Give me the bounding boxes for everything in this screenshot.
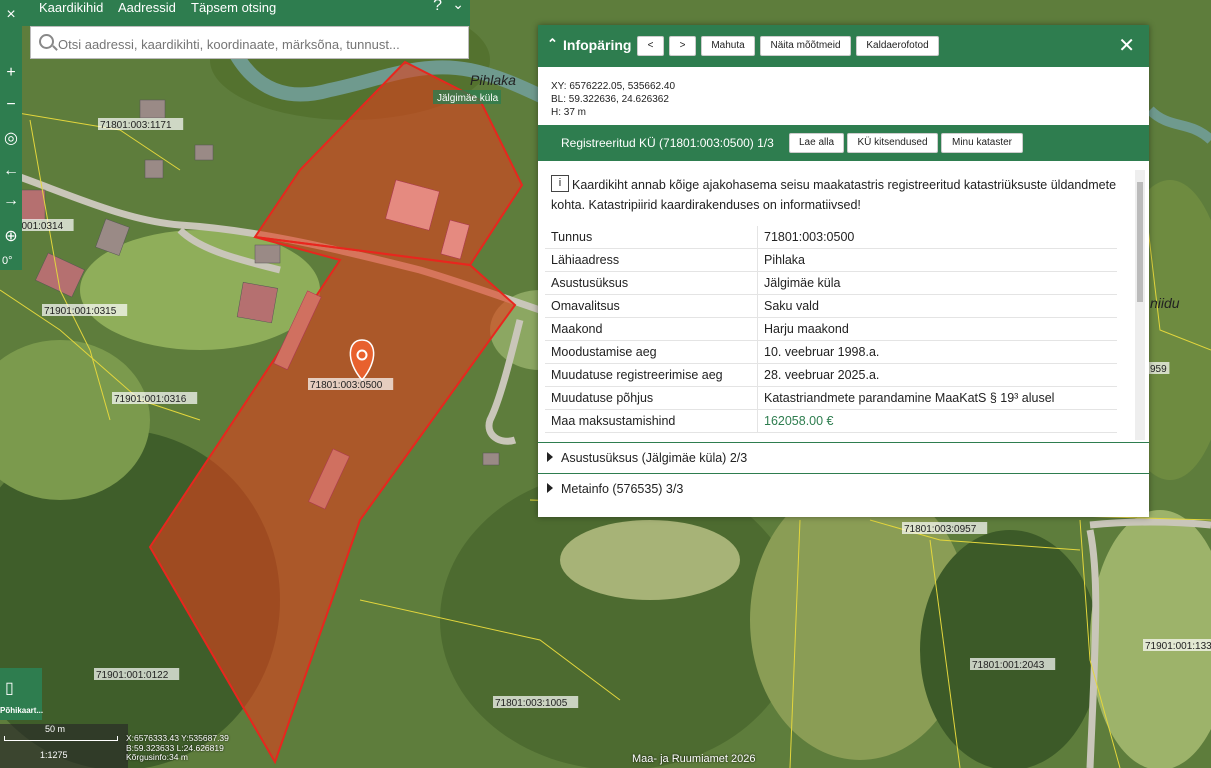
attribute-row: Lähiaadress Pihlaka [545, 248, 1117, 272]
parcel-label: 71801:003:1005 [495, 698, 568, 709]
attribute-row: Muudatuse põhjus Katastriandmete parandam… [545, 386, 1117, 410]
info-panel: ⌃ Infopäring < > Mahuta Näita mõõtmeid K… [538, 25, 1149, 517]
accordion-settlement[interactable]: Asustusüksus (Jälgimäe küla) 2/3 [538, 442, 1149, 473]
parcel-label: 71801:001:2043 [972, 660, 1045, 671]
attribute-row: Maakond Harju maakond [545, 317, 1117, 341]
attribute-key: Asustusüksus [545, 271, 758, 295]
panel-title: Infopäring [563, 37, 632, 53]
attribute-value: Jälgimäe küla [757, 271, 1117, 295]
attribute-key: Lähiaadress [545, 248, 758, 272]
attribute-value: 162058.00 € [757, 409, 1117, 433]
attribute-value: Katastriandmete parandamine MaaKatS § 19… [757, 386, 1117, 410]
attribute-table: Tunnus 71801:003:0500 Lähiaadress Pihlaka As… [545, 226, 1117, 433]
download-button[interactable]: Lae alla [789, 133, 844, 153]
parcel-label: 71801:003:1171 [100, 120, 172, 131]
attribute-key: Muudatuse põhjus [545, 386, 758, 410]
attribute-row: Moodustamise aeg 10. veebruar 1998.a. [545, 340, 1117, 364]
search-icon[interactable] [39, 34, 54, 49]
accordion-label: Asustusüksus (Jälgimäe küla) 2/3 [561, 451, 748, 465]
tab-aadressid[interactable]: Aadressid [118, 0, 176, 20]
tab-kaardikihid[interactable]: Kaardikihid [39, 0, 103, 20]
scale-bar [4, 736, 118, 741]
accordion-metainfo[interactable]: Metainfo (576535) 3/3 [538, 473, 1149, 504]
info-icon: i [551, 175, 569, 192]
coord-h: H: 37 m [551, 107, 587, 118]
click-coordinates: XY: 6576222.05, 535662.40 BL: 59.322636,… [551, 80, 675, 119]
restrictions-button[interactable]: KÜ kitsendused [847, 133, 938, 153]
rotation-angle: 0° [0, 254, 15, 268]
close-icon[interactable]: × [0, 6, 22, 24]
basemap-button[interactable]: ▯ Põhikaart... [0, 668, 44, 720]
top-navigation: Kaardikihid Aadressid Täpsem otsing ? ⌄ [22, 0, 470, 26]
compass-icon[interactable]: ⊕ [0, 226, 22, 246]
collapse-up-icon[interactable]: ⌃ [547, 36, 558, 52]
parcel-label: 71901:001:0122 [96, 670, 169, 681]
scale-ratio: 1:1275 [40, 750, 68, 760]
map-icon: ▯ [5, 680, 14, 697]
expand-arrow-icon [547, 483, 553, 493]
attribute-row: Asustusüksus Jälgimäe küla [545, 271, 1117, 295]
scale-info: 50 m 1:1275 [0, 724, 128, 768]
arrow-right-icon[interactable]: → [0, 192, 22, 210]
search-input[interactable] [56, 33, 460, 55]
parcel-label: 71901:001:0316 [114, 394, 187, 405]
zoom-in-icon[interactable]: + [0, 64, 22, 82]
cursor-height: Kõrgusinfo:34 m [126, 752, 188, 762]
coord-bl: BL: 59.322636, 24.626362 [551, 94, 669, 105]
tab-tapsem-otsing[interactable]: Täpsem otsing [191, 0, 276, 20]
fit-button[interactable]: Mahuta [701, 36, 755, 56]
registry-bar: Registreeritud KÜ (71801:003:0500) 1/3 L… [538, 125, 1149, 161]
help-icon[interactable]: ? [433, 0, 442, 15]
attribute-key: Omavalitsus [545, 294, 758, 318]
parcel-label: 71901:001:0315 [44, 306, 117, 317]
attribute-row: Omavalitsus Saku vald [545, 294, 1117, 318]
scrollbar[interactable] [1135, 170, 1145, 440]
attribute-key: Tunnus [545, 226, 758, 249]
attribute-row: Tunnus 71801:003:0500 [545, 226, 1117, 249]
cursor-coordinates: X:6576333.43 Y:535687.39 B:59.323633 L:2… [126, 733, 229, 763]
prev-button[interactable]: < [637, 36, 664, 56]
scale-label: 50 m [45, 724, 66, 734]
parcel-label: 71901:001:133 [1145, 641, 1211, 652]
attribute-value: 10. veebruar 1998.a. [757, 340, 1117, 364]
place-label-niidu: niidu [1150, 295, 1180, 311]
attribute-value: Saku vald [757, 294, 1117, 318]
oblique-photos-button[interactable]: Kaldaerofotod [856, 36, 939, 56]
coord-xy: XY: 6576222.05, 535662.40 [551, 81, 676, 92]
left-toolbar: × + − ◎ ← → ⊕ [0, 0, 22, 270]
notice-text: Kaardikiht annab kõige ajakohasema seisu… [551, 178, 1117, 212]
attribute-key: Muudatuse registreerimise aeg [545, 363, 758, 387]
chevron-down-icon[interactable]: ⌄ [452, 0, 464, 13]
show-measurements-button[interactable]: Näita mõõtmeid [760, 36, 851, 56]
attribute-value: 71801:003:0500 [757, 226, 1117, 249]
attribute-row: Muudatuse registreerimise aeg 28. veebrua… [545, 363, 1117, 387]
zoom-out-icon[interactable]: − [0, 96, 22, 114]
scrollbar-thumb[interactable] [1137, 182, 1143, 302]
search-box [30, 26, 469, 59]
accordion-label: Metainfo (576535) 3/3 [561, 482, 684, 496]
attribute-key: Maa maksustamishind [545, 409, 758, 433]
attribute-value: Pihlaka [757, 248, 1117, 272]
copyright: Maa- ja Ruumiamet 2026 [632, 753, 756, 765]
parcel-label: 959 [1150, 364, 1167, 375]
basemap-label: Põhikaart... [0, 706, 44, 715]
locate-icon[interactable]: ◎ [0, 128, 22, 148]
panel-header: ⌃ Infopäring < > Mahuta Näita mõõtmeid K… [538, 25, 1149, 67]
info-notice: i Kaardikiht annab kõige ajakohasema seis… [551, 175, 1121, 215]
close-icon[interactable]: ✕ [1118, 33, 1135, 58]
attribute-value: 28. veebruar 2025.a. [757, 363, 1117, 387]
attribute-row: Maa maksustamishind 162058.00 € [545, 409, 1117, 433]
next-button[interactable]: > [669, 36, 696, 56]
expand-arrow-icon [547, 452, 553, 462]
my-cadastre-button[interactable]: Minu kataster [941, 133, 1023, 153]
attribute-key: Moodustamise aeg [545, 340, 758, 364]
parcel-label: 71801:003:0957 [904, 524, 977, 535]
place-label-jalgimae: Jälgimäe küla [437, 93, 499, 104]
attribute-key: Maakond [545, 317, 758, 341]
parcel-label: 71801:003:0500 [310, 380, 383, 391]
registry-title: Registreeritud KÜ (71801:003:0500) 1/3 [561, 136, 774, 150]
arrow-left-icon[interactable]: ← [0, 162, 22, 180]
place-label-pihlaka: Pihlaka [470, 72, 516, 88]
attribute-value: Harju maakond [757, 317, 1117, 341]
